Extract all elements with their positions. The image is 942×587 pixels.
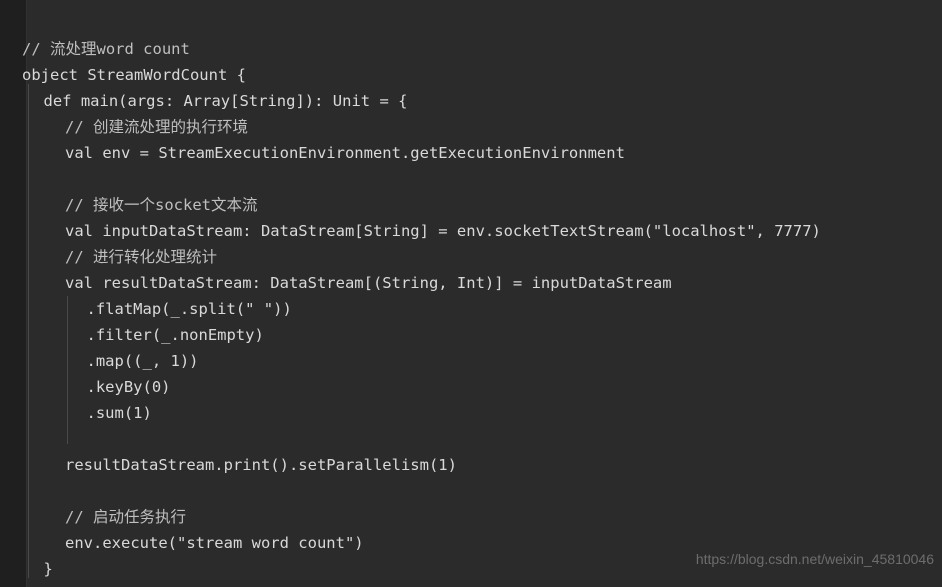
code-line: val env = StreamExecutionEnvironment.get… — [65, 144, 625, 162]
code-line: resultDataStream.print().setParallelism(… — [65, 456, 457, 474]
code-line: } — [43, 560, 53, 578]
code-line: val resultDataStream: DataStream[(String… — [65, 274, 672, 292]
code-viewer: // 流处理word count object StreamWordCount {… — [0, 0, 942, 587]
code-comment-line: // 流处理word count — [22, 40, 190, 58]
code-line: .map((_, 1)) — [86, 352, 199, 370]
code-line: object StreamWordCount { — [22, 66, 246, 84]
code-comment-line: // 进行转化处理统计 — [65, 248, 217, 266]
code-line: .filter(_.nonEmpty) — [86, 326, 264, 344]
code-line: .sum(1) — [86, 404, 152, 422]
watermark-url: https://blog.csdn.net/weixin_45810046 — [695, 551, 934, 567]
code-line: .keyBy(0) — [86, 378, 171, 396]
code-comment-line: // 接收一个socket文本流 — [65, 196, 258, 214]
code-comment-line: // 启动任务执行 — [65, 508, 186, 526]
code-line: env.execute("stream word count") — [65, 534, 364, 552]
code-line: val inputDataStream: DataStream[String] … — [65, 222, 821, 240]
code-line: def main(args: Array[String]): Unit = { — [43, 92, 408, 110]
code-text-area[interactable]: // 流处理word count object StreamWordCount {… — [0, 0, 942, 587]
code-comment-line: // 创建流处理的执行环境 — [65, 118, 248, 136]
code-line: .flatMap(_.split(" ")) — [86, 300, 292, 318]
